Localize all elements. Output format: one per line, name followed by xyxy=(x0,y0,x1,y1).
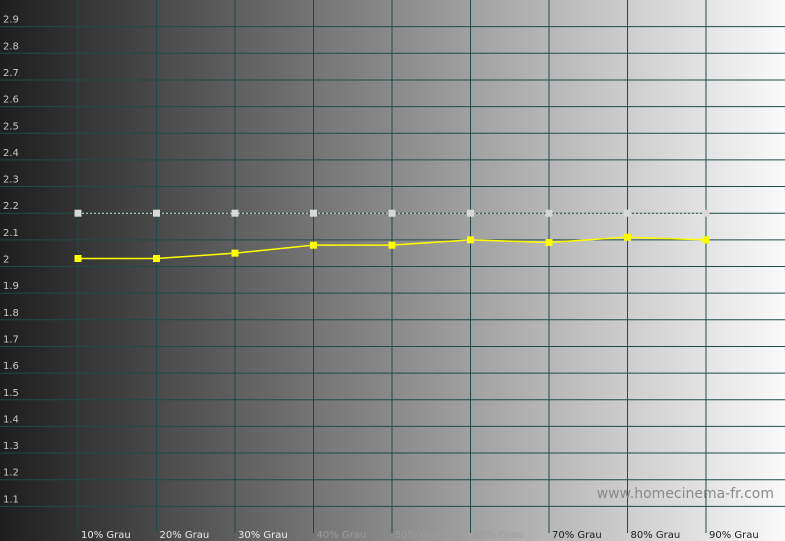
x-axis-ticks: 10% Grau 20% Grau 30% Grau 40% Grau 50% Grau… xyxy=(81,530,759,541)
measured-point xyxy=(702,236,710,244)
y-tick-label: 1.8 xyxy=(3,308,19,319)
target-point xyxy=(310,209,317,217)
y-tick-label: 2.9 xyxy=(3,15,19,26)
y-tick-label: 2.2 xyxy=(3,201,19,212)
y-tick-label: 1.3 xyxy=(3,441,19,452)
y-tick-label: 2.7 xyxy=(3,68,19,79)
y-tick-label: 2.1 xyxy=(3,228,19,239)
x-tick-label: 50% Grau xyxy=(395,530,445,541)
y-tick-label: 2.3 xyxy=(3,175,19,186)
y-tick-label: 2.6 xyxy=(3,95,19,106)
target-point xyxy=(153,209,160,217)
y-tick-label: 1.2 xyxy=(3,468,19,479)
x-tick-label: 80% Grau xyxy=(631,530,681,541)
x-tick-label: 30% Grau xyxy=(238,530,288,541)
watermark: www.homecinema-fr.com xyxy=(597,486,774,502)
y-tick-label: 1.9 xyxy=(3,281,19,292)
gamma-chart: 1.1 1.2 1.3 1.4 1.5 1.6 1.7 1.8 1.9 2 2.1 2.2 2.3 2.4… xyxy=(0,0,785,541)
measured-point xyxy=(310,241,317,249)
measured-point xyxy=(624,233,631,241)
target-point xyxy=(388,209,396,217)
measured-point xyxy=(153,255,160,263)
x-tick-label: 40% Grau xyxy=(317,530,367,541)
target-point xyxy=(231,209,239,217)
y-tick-label: 1.5 xyxy=(3,388,19,399)
grid xyxy=(0,0,785,533)
x-tick-label: 20% Grau xyxy=(160,530,210,541)
measured-point xyxy=(467,236,474,244)
y-tick-label: 1.4 xyxy=(3,414,19,425)
measured-point xyxy=(74,255,82,263)
y-tick-label: 2.5 xyxy=(3,121,19,132)
measured-point xyxy=(388,241,396,249)
x-tick-label: 70% Grau xyxy=(552,530,602,541)
x-tick-label: 10% Grau xyxy=(81,530,131,541)
y-tick-label: 2.4 xyxy=(3,148,19,159)
y-tick-label: 2 xyxy=(3,255,9,266)
target-point xyxy=(467,209,474,217)
x-tick-label: 60% Grau xyxy=(474,530,524,541)
y-tick-label: 1.6 xyxy=(3,361,19,372)
y-tick-label: 1.7 xyxy=(3,334,19,345)
target-point xyxy=(74,209,82,217)
measured-point xyxy=(545,239,553,247)
measured-point xyxy=(231,249,239,257)
target-point xyxy=(545,209,553,217)
y-tick-label: 2.8 xyxy=(3,41,19,52)
target-point xyxy=(624,209,631,217)
x-tick-label: 90% Grau xyxy=(709,530,759,541)
y-tick-label: 1.1 xyxy=(3,494,19,505)
target-point xyxy=(702,209,710,217)
